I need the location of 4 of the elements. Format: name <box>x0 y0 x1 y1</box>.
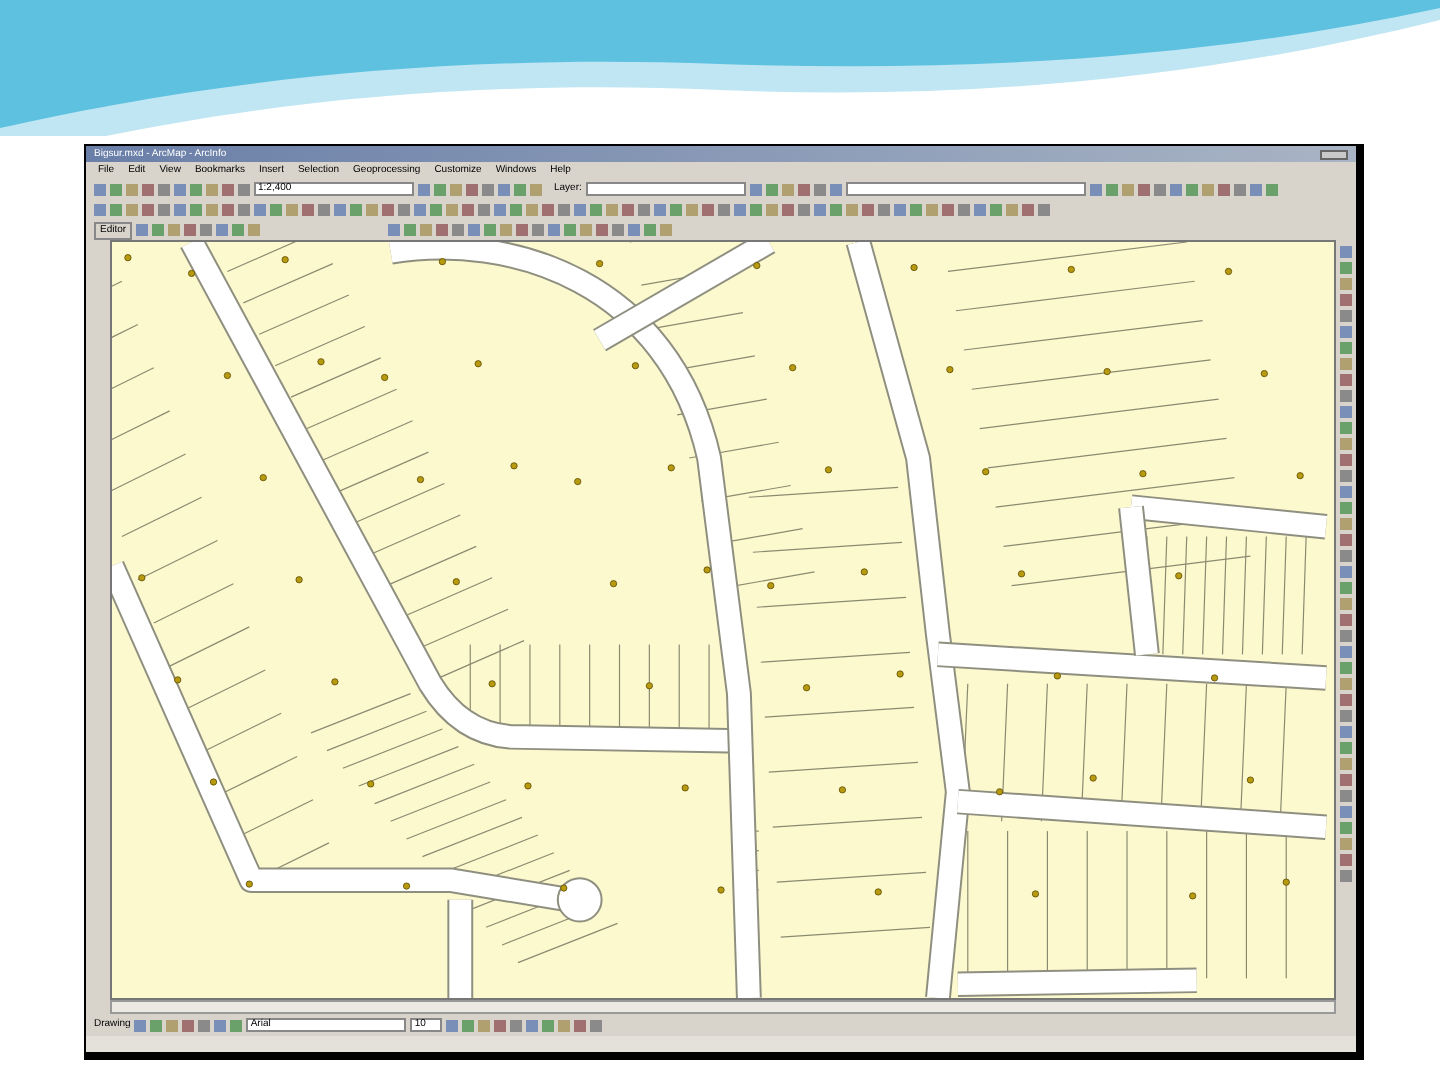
horizontal-scrollbar[interactable] <box>110 1000 1336 1014</box>
georeference-dropdown[interactable] <box>845 182 1086 196</box>
layer-dropdown[interactable] <box>585 182 746 196</box>
window-controls-icon[interactable] <box>1320 149 1348 159</box>
